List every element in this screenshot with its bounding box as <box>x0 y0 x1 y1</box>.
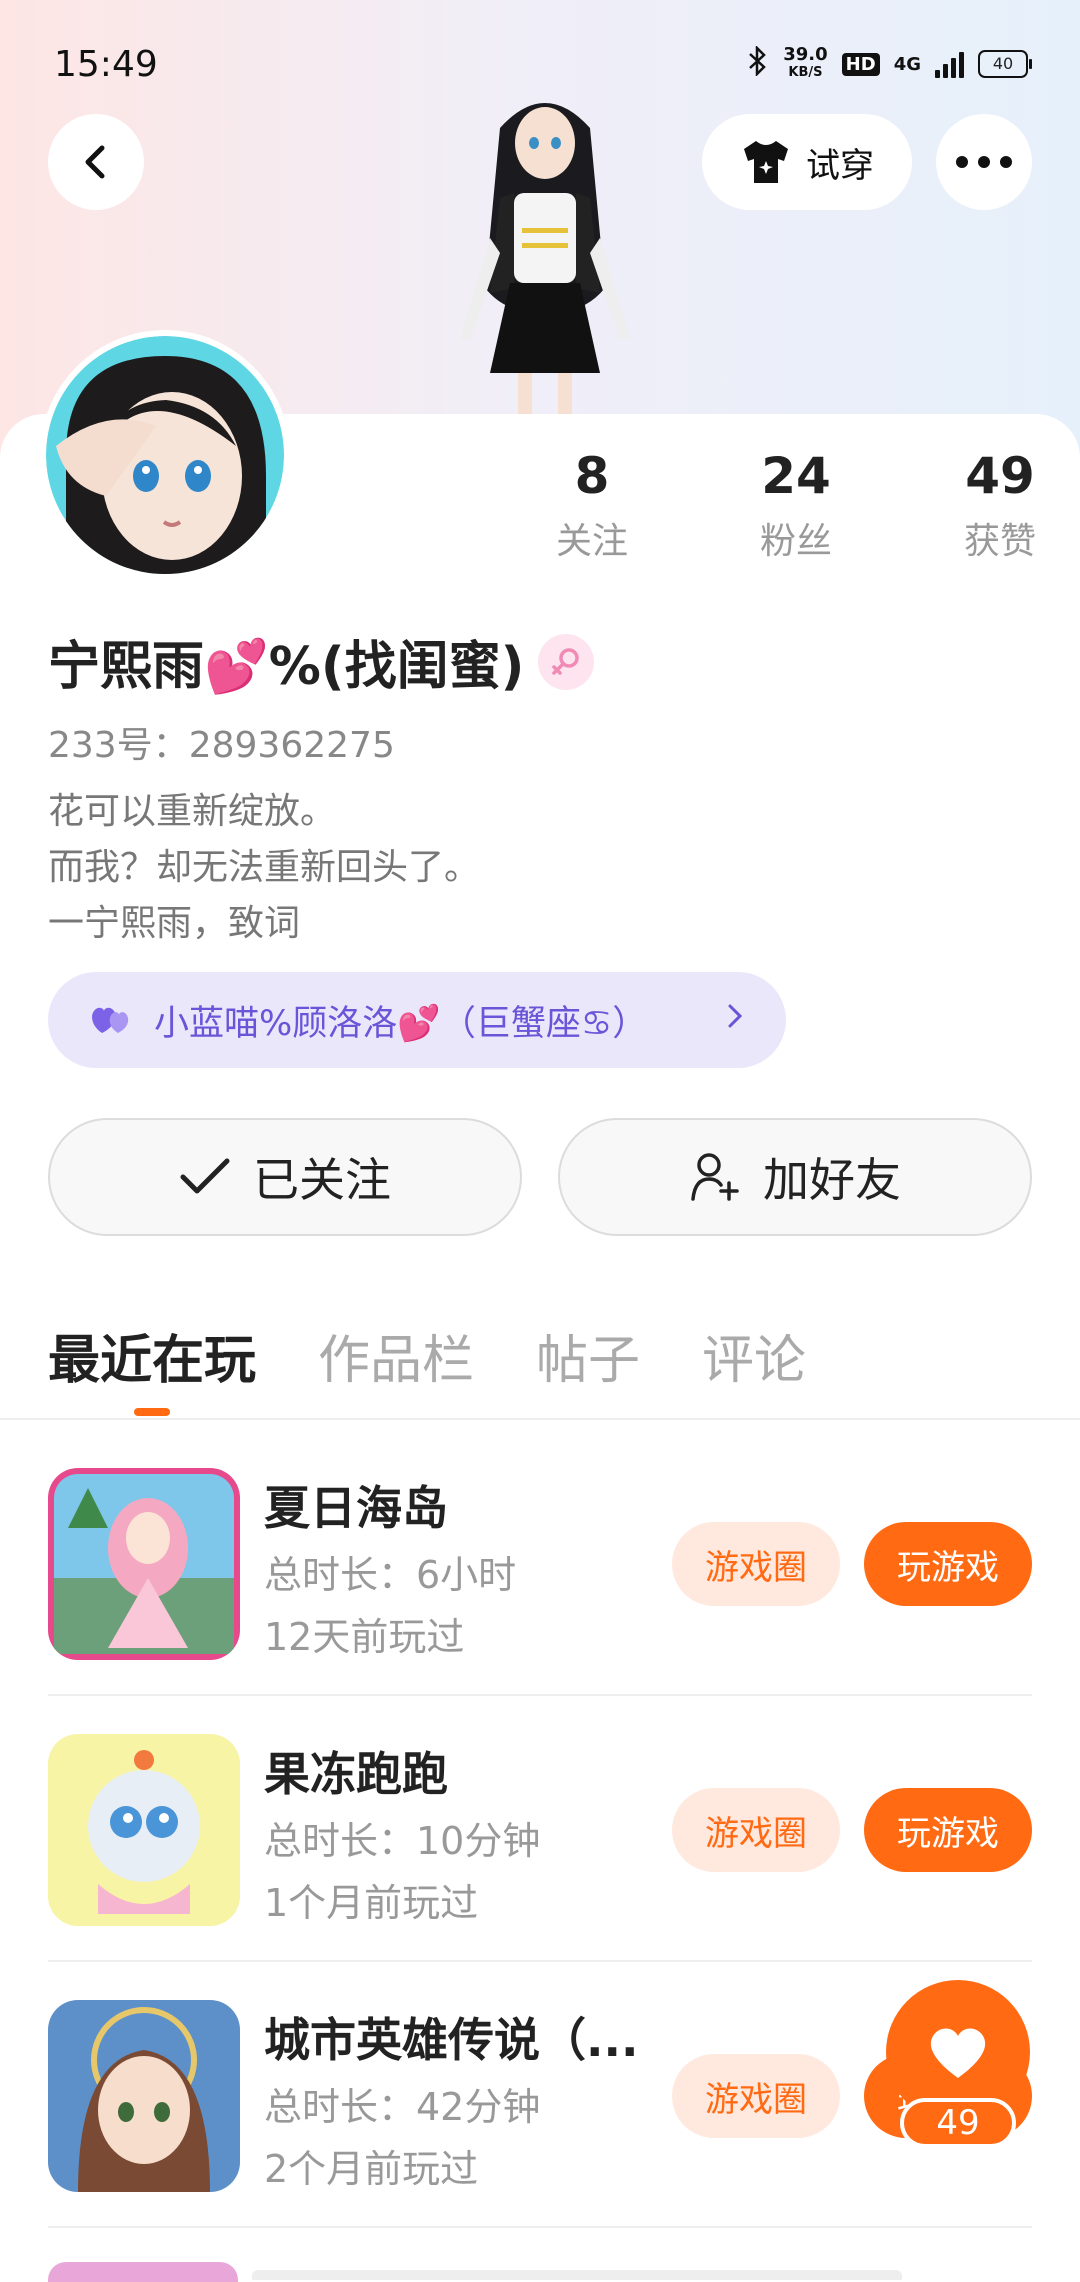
followed-label: 已关注 <box>253 1153 391 1207</box>
try-on-button[interactable]: 试穿 <box>702 114 912 210</box>
user-avatar[interactable] <box>46 336 284 574</box>
add-friend-button[interactable]: 加好友 <box>558 1118 1032 1236</box>
stat-fans-value: 24 <box>761 447 831 505</box>
tabs-divider <box>0 1418 1080 1420</box>
stats-row: 8 关注 24 粉丝 49 获赞 <box>490 446 1080 564</box>
row-divider <box>48 2226 1032 2228</box>
game-name: 夏日海岛 <box>264 1481 448 1535</box>
bio: 花可以重新绽放。 而我？却无法重新回头了。 一宁熙雨，致词 <box>48 784 480 952</box>
active-tab-indicator <box>134 1408 170 1416</box>
net-speed: 39.0 KB/S <box>783 46 827 82</box>
network-type: 4G <box>893 53 921 75</box>
stat-following-label: 关注 <box>555 521 628 562</box>
game-last-played: 12天前玩过 <box>264 1615 465 1659</box>
shirt-icon <box>744 141 788 183</box>
game-icon <box>48 2000 240 2192</box>
next-item-peek <box>48 2262 238 2282</box>
game-circle-button[interactable]: 游戏圈 <box>672 1522 840 1606</box>
relationship-text: 小蓝喵%顾洛洛💕（巨蟹座♋） <box>154 1003 648 1044</box>
back-button[interactable] <box>48 114 144 210</box>
chevron-right-icon <box>726 996 746 1045</box>
stat-fans[interactable]: 24 粉丝 <box>694 446 898 564</box>
row-divider <box>48 1694 1032 1696</box>
user-id: 233号：289362275 <box>48 725 395 766</box>
stat-fans-label: 粉丝 <box>759 521 832 562</box>
game-circle-button[interactable]: 游戏圈 <box>672 2054 840 2138</box>
chevron-left-icon <box>85 145 105 179</box>
stat-likes-label: 获赞 <box>963 521 1036 562</box>
play-game-button[interactable]: 玩游戏 <box>864 1788 1032 1872</box>
avatar-3d-character <box>430 88 660 458</box>
game-row[interactable]: 果冻跑跑 总时长：10分钟 1个月前玩过 游戏圈 玩游戏 <box>0 1734 1080 2000</box>
add-friend-label: 加好友 <box>763 1153 901 1207</box>
game-row[interactable]: 夏日海岛 总时长：6小时 12天前玩过 游戏圈 玩游戏 <box>0 1468 1080 1734</box>
stat-following-value: 8 <box>574 447 610 505</box>
more-button[interactable] <box>936 114 1032 210</box>
heart-icon <box>930 2028 986 2078</box>
female-gender-icon <box>538 633 595 690</box>
play-game-button[interactable]: 玩游戏 <box>864 1522 1032 1606</box>
check-icon <box>180 1158 230 1194</box>
game-duration: 总时长：6小时 <box>264 1553 517 1597</box>
nickname: 宁熙雨💕%(找闺蜜) <box>48 637 525 697</box>
tab-works[interactable]: 作品栏 <box>318 1318 474 1393</box>
add-user-icon <box>691 1153 739 1201</box>
tab-recently-played[interactable]: 最近在玩 <box>48 1318 256 1393</box>
stat-following[interactable]: 8 关注 <box>490 446 694 564</box>
bio-line: 花可以重新绽放。 <box>48 791 337 832</box>
try-on-label: 试穿 <box>806 145 874 186</box>
bluetooth-icon <box>747 44 769 82</box>
more-dots-icon <box>956 156 1012 168</box>
row-divider <box>48 1960 1032 1962</box>
game-duration: 总时长：42分钟 <box>264 2085 541 2129</box>
game-icon <box>48 1734 240 1926</box>
signal-icon <box>935 50 964 78</box>
status-icons: 39.0 KB/S HD 4G 40 <box>747 44 1032 82</box>
bio-line: 一宁熙雨，致词 <box>48 903 301 944</box>
followed-button[interactable]: 已关注 <box>48 1118 522 1236</box>
tab-posts[interactable]: 帖子 <box>536 1318 640 1393</box>
relationship-pill[interactable]: 小蓝喵%顾洛洛💕（巨蟹座♋） <box>48 972 786 1068</box>
hd-icon: HD <box>841 52 880 76</box>
heart-pair-icon <box>92 1007 129 1033</box>
nickname-row: 宁熙雨💕%(找闺蜜) <box>48 624 595 699</box>
net-speed-value: 39.0 <box>783 44 828 65</box>
next-item-peek <box>252 2270 902 2280</box>
status-time: 15:49 <box>54 44 158 85</box>
like-floating-button[interactable]: 49 <box>868 1980 1048 2160</box>
bio-line: 而我？却无法重新回头了。 <box>48 847 481 888</box>
game-name: 果冻跑跑 <box>264 1747 448 1801</box>
game-circle-button[interactable]: 游戏圈 <box>672 1788 840 1872</box>
profile-tabs: 最近在玩 作品栏 帖子 评论 <box>48 1318 806 1393</box>
stat-likes-value: 49 <box>965 447 1035 505</box>
battery-icon: 40 <box>978 50 1032 78</box>
tab-comments[interactable]: 评论 <box>702 1318 806 1393</box>
game-name: 城市英雄传说（... <box>264 2013 639 2067</box>
game-icon <box>48 1468 240 1660</box>
game-last-played: 2个月前玩过 <box>264 2147 479 2191</box>
like-count: 49 <box>900 2098 1016 2148</box>
net-speed-unit: KB/S <box>788 65 823 80</box>
stat-likes[interactable]: 49 获赞 <box>898 446 1080 564</box>
game-duration: 总时长：10分钟 <box>264 1819 541 1863</box>
game-last-played: 1个月前玩过 <box>264 1881 479 1925</box>
